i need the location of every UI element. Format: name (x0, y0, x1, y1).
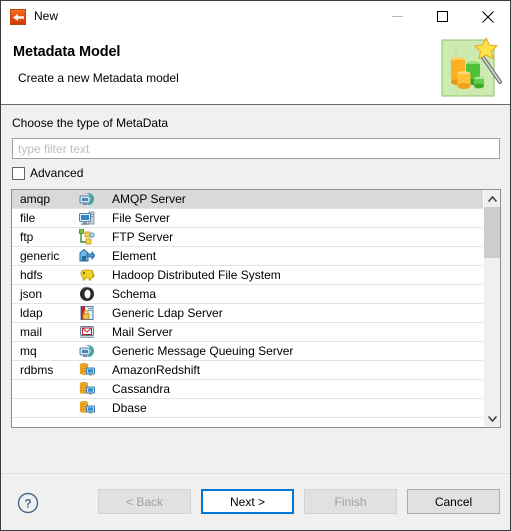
list-item-label: Schema (112, 287, 157, 301)
button-bar: ? < Back Next > Finish Cancel (1, 473, 510, 530)
list-item-label: AmazonRedshift (112, 363, 201, 377)
list-item[interactable]: rdbms AmazonRedshift (12, 361, 483, 380)
database-icon (74, 381, 100, 397)
metadata-type-list[interactable]: amqp AMQP Server file File Server ftp FTP Ser… (11, 189, 501, 428)
database-icon (74, 400, 100, 416)
file-server-icon (74, 210, 100, 226)
mq-server-icon (74, 343, 100, 359)
finish-button[interactable]: Finish (304, 489, 397, 514)
filter-input[interactable] (12, 138, 500, 159)
close-button[interactable] (465, 1, 510, 32)
file-server-icon (79, 211, 95, 225)
list-item-label: File Server (112, 211, 171, 225)
vertical-scrollbar[interactable] (483, 190, 500, 427)
list-item-key: hdfs (20, 268, 43, 282)
list-item-label: Mail Server (112, 325, 173, 339)
database-icon (79, 382, 95, 395)
database-icon (79, 401, 95, 414)
scrollbar-thumb[interactable] (484, 207, 500, 258)
json-schema-icon (74, 286, 100, 302)
cancel-button[interactable]: Cancel (407, 489, 500, 514)
maximize-icon (437, 11, 448, 22)
list-item-key: file (20, 211, 36, 225)
list-item-label: Element (112, 249, 157, 263)
ftp-server-icon (74, 229, 100, 245)
list-item-label: Dbase (112, 401, 147, 415)
mail-server-icon (74, 324, 100, 340)
list-item[interactable]: generic Element (12, 247, 483, 266)
page-title: Metadata Model (13, 44, 121, 60)
list-item-label: FTP Server (112, 230, 174, 244)
list-item[interactable]: ftp FTP Server (12, 228, 483, 247)
list-item-label: Hadoop Distributed File System (112, 268, 281, 282)
advanced-checkbox[interactable] (12, 166, 25, 180)
close-icon (481, 10, 494, 23)
database-icon (74, 362, 100, 378)
advanced-checkbox-row[interactable]: Advanced (12, 165, 83, 181)
list-item-key: ldap (20, 306, 43, 320)
list-item[interactable]: Cassandra (12, 380, 483, 399)
wizard-buttons: < Back Next > Finish Cancel (98, 489, 500, 514)
talend-logo-icon (10, 8, 26, 25)
chevron-up-icon (487, 195, 497, 202)
new-metadata-model-dialog: New Metadata Model Create a new Metadata… (0, 0, 511, 531)
mq-server-icon (79, 345, 94, 357)
dialog-body: Choose the type of MetaData Advanced amq… (1, 105, 510, 473)
window-controls (375, 1, 510, 32)
chevron-down-icon (487, 415, 497, 422)
minimize-button[interactable] (375, 1, 420, 32)
ftp-server-icon (79, 229, 95, 245)
mail-server-icon (80, 326, 94, 338)
generic-element-icon (74, 248, 100, 264)
list-rows-container: amqp AMQP Server file File Server ftp FTP Ser… (12, 190, 483, 427)
list-item-key: mail (20, 325, 43, 339)
list-item[interactable]: json Schema (12, 285, 483, 304)
title-bar: New (1, 1, 510, 32)
minimize-icon (392, 16, 403, 17)
wizard-header: Metadata Model Create a new Metadata mod… (1, 32, 510, 105)
ldap-server-icon (74, 305, 100, 321)
metadata-wizard-icon (441, 36, 502, 97)
svg-text:?: ? (24, 497, 31, 511)
list-item-key: ftp (20, 230, 34, 244)
list-item-key: mq (20, 344, 37, 358)
database-icon (79, 363, 95, 376)
list-item-label: AMQP Server (112, 192, 186, 206)
list-item-label: Generic Message Queuing Server (112, 344, 294, 358)
scroll-up-button[interactable] (484, 190, 500, 207)
generic-element-icon (79, 248, 95, 262)
list-item[interactable]: amqp AMQP Server (12, 190, 483, 209)
list-item-key: amqp (20, 192, 51, 206)
back-button[interactable]: < Back (98, 489, 191, 514)
next-button-label: Next > (229, 494, 265, 509)
list-item-label: Cassandra (112, 382, 171, 396)
list-item-key: generic (20, 249, 60, 263)
window-title: New (34, 9, 59, 23)
hadoop-icon (80, 269, 95, 281)
page-subtitle: Create a new Metadata model (18, 71, 179, 85)
list-item[interactable]: file File Server (12, 209, 483, 228)
maximize-button[interactable] (420, 1, 465, 32)
amqp-server-icon (79, 193, 94, 205)
choose-type-label: Choose the type of MetaData (12, 116, 169, 130)
advanced-label: Advanced (30, 166, 84, 180)
hadoop-icon (74, 267, 100, 283)
list-item[interactable]: mail Mail Server (12, 323, 483, 342)
list-item-key: rdbms (20, 363, 54, 377)
list-item[interactable]: ldap Generic Ldap Server (12, 304, 483, 323)
json-schema-icon (80, 286, 94, 301)
list-item[interactable]: mq Generic Message Queuing Server (12, 342, 483, 361)
ldap-server-icon (80, 306, 94, 320)
list-item-key: json (20, 287, 43, 301)
list-item[interactable]: hdfs Hadoop Distributed File System (12, 266, 483, 285)
list-item-label: Generic Ldap Server (112, 306, 223, 320)
help-icon[interactable]: ? (17, 492, 39, 514)
amqp-server-icon (74, 191, 100, 207)
next-button[interactable]: Next > (201, 489, 294, 514)
list-item[interactable]: Dbase (12, 399, 483, 418)
scroll-down-button[interactable] (484, 410, 500, 427)
